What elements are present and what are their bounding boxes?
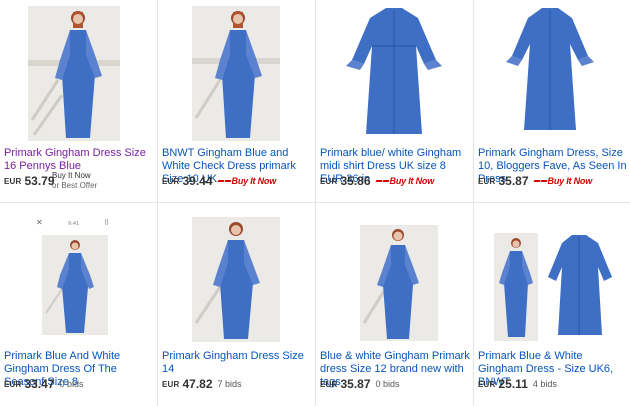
- results-grid: Primark Gingham Dress Size 16 Pennys Blu…: [0, 0, 630, 406]
- currency-label: EUR: [162, 379, 180, 389]
- menu-icon: ⠿: [104, 219, 109, 227]
- price-value: 35.87: [340, 377, 371, 391]
- listing-image[interactable]: [474, 0, 630, 142]
- buy-it-now-or-best-offer: Buy It Now or Best Offer: [52, 171, 97, 191]
- listing-image[interactable]: [316, 203, 473, 345]
- listing-title[interactable]: Primark Gingham Dress Size 16 Pennys Blu…: [4, 147, 154, 173]
- listing-card[interactable]: Primark Gingham Dress Size 16 Pennys Blu…: [0, 0, 158, 203]
- currency-label: EUR: [320, 176, 338, 186]
- buy-it-now-text: Buy It Now: [52, 171, 91, 180]
- currency-label: EUR: [320, 379, 338, 389]
- currency-label: EUR: [4, 176, 22, 186]
- buy-it-now-logo: Buy It Now: [217, 176, 276, 186]
- bid-count: 0 bids: [59, 379, 84, 389]
- price-row: EUR 33.47 0 bids: [4, 377, 84, 391]
- price-value: 39.44: [182, 174, 213, 188]
- currency-label: EUR: [478, 379, 496, 389]
- buy-it-now-logo: Buy It Now: [375, 176, 434, 186]
- listing-card[interactable]: ✕ 9:41 ⠿ Primark Blue And White Gingham …: [0, 203, 158, 406]
- price-row: EUR 25.11 4 bids: [478, 377, 557, 391]
- listing-card[interactable]: Primark Blue & White Gingham Dress - Siz…: [474, 203, 630, 406]
- bid-count: 7 bids: [217, 379, 242, 389]
- listing-card[interactable]: Primark Gingham Dress, Size 10, Bloggers…: [474, 0, 630, 203]
- currency-label: EUR: [4, 379, 22, 389]
- listing-card[interactable]: Primark Gingham Dress Size 14 EUR 47.82 …: [158, 203, 316, 406]
- close-icon: ✕: [36, 218, 43, 227]
- listing-card[interactable]: BNWT Gingham Blue and White Check Dress …: [158, 0, 316, 203]
- currency-label: EUR: [478, 176, 496, 186]
- bid-count: 4 bids: [532, 379, 557, 389]
- listing-card[interactable]: Blue & white Gingham Primark dress Size …: [316, 203, 474, 406]
- buy-it-now-logo: Buy It Now: [533, 176, 592, 186]
- bid-count: 0 bids: [375, 379, 400, 389]
- price-row: EUR 35.86 Buy It Now: [320, 174, 434, 188]
- listing-image[interactable]: [474, 203, 630, 345]
- listing-image[interactable]: ✕ 9:41 ⠿: [0, 203, 157, 345]
- status-time: 9:41: [68, 221, 79, 227]
- listing-card[interactable]: Primark blue/ white Gingham midi shirt D…: [316, 0, 474, 203]
- price-value: 53.79: [24, 174, 55, 188]
- listing-image[interactable]: [158, 203, 315, 345]
- price-row: EUR 35.87 Buy It Now: [478, 174, 592, 188]
- listing-image[interactable]: [316, 0, 473, 142]
- price-row: EUR 35.87 0 bids: [320, 377, 400, 391]
- listing-image[interactable]: [158, 0, 315, 142]
- price-value: 25.11: [498, 377, 528, 391]
- price-row: EUR 39.44 Buy It Now: [162, 174, 276, 188]
- price-value: 33.47: [24, 377, 55, 391]
- best-offer-text: or Best Offer: [52, 181, 98, 190]
- price-row: EUR 47.82 7 bids: [162, 377, 242, 391]
- price-value: 35.86: [340, 174, 371, 188]
- currency-label: EUR: [162, 176, 180, 186]
- price-value: 47.82: [182, 377, 213, 391]
- listing-title[interactable]: Primark Gingham Dress Size 14: [162, 350, 312, 376]
- listing-image[interactable]: [0, 0, 157, 142]
- price-value: 35.87: [498, 174, 529, 188]
